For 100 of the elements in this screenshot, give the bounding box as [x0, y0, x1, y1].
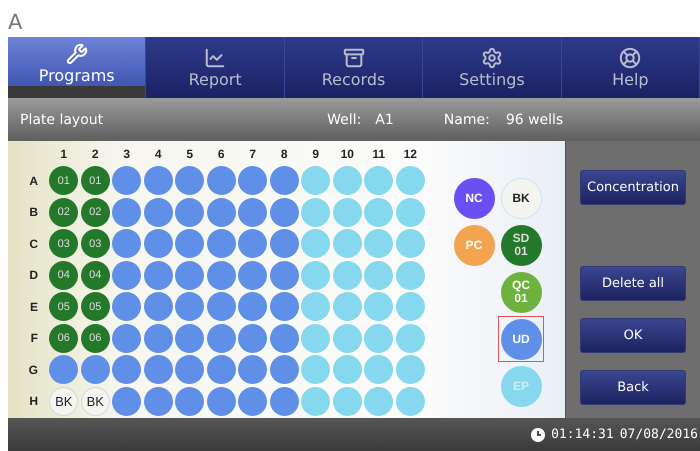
- plate-well[interactable]: [270, 260, 299, 290]
- plate-well[interactable]: [364, 229, 394, 258]
- plate-well[interactable]: [49, 355, 78, 384]
- plate-well[interactable]: [175, 292, 204, 322]
- plate-well[interactable]: [332, 166, 362, 196]
- plate-well[interactable]: [112, 260, 142, 290]
- plate-well[interactable]: [270, 229, 299, 258]
- plate-well[interactable]: [332, 229, 362, 258]
- plate-well[interactable]: [175, 229, 204, 258]
- plate-well[interactable]: [144, 260, 173, 290]
- plate-well[interactable]: [396, 260, 425, 290]
- plate-well[interactable]: [301, 386, 330, 416]
- plate-well[interactable]: [364, 260, 394, 290]
- plate-well[interactable]: [364, 386, 394, 416]
- plate-well[interactable]: [396, 324, 425, 353]
- plate-well[interactable]: [112, 324, 142, 353]
- plate-well[interactable]: [238, 260, 268, 290]
- plate-well[interactable]: [332, 198, 362, 227]
- plate-well[interactable]: [396, 355, 425, 384]
- plate-well[interactable]: [270, 166, 299, 196]
- nav-tab[interactable]: Programs: [8, 37, 146, 98]
- plate-well[interactable]: [301, 260, 330, 290]
- plate-well[interactable]: [270, 355, 299, 384]
- plate-well[interactable]: BK: [49, 386, 78, 416]
- plate-well[interactable]: [396, 198, 425, 227]
- plate-well[interactable]: [144, 198, 173, 227]
- plate-well[interactable]: [112, 292, 142, 322]
- plate-well[interactable]: [206, 355, 236, 384]
- plate-well[interactable]: [112, 166, 142, 196]
- plate-well[interactable]: 05: [49, 292, 78, 322]
- plate-well[interactable]: [175, 324, 204, 353]
- plate-well[interactable]: [396, 166, 425, 196]
- plate-well[interactable]: [144, 229, 173, 258]
- plate-well[interactable]: [238, 292, 268, 322]
- well-type-button[interactable]: SD 01: [500, 224, 542, 266]
- plate-well[interactable]: [112, 198, 142, 227]
- plate-well[interactable]: [206, 386, 236, 416]
- action-button[interactable]: Delete all: [580, 266, 686, 301]
- plate-well[interactable]: [332, 260, 362, 290]
- plate-well[interactable]: [332, 355, 362, 384]
- plate-well[interactable]: 02: [80, 198, 110, 227]
- plate-well[interactable]: [301, 229, 330, 258]
- plate-well[interactable]: 01: [80, 166, 110, 196]
- plate-well[interactable]: 04: [49, 260, 78, 290]
- plate-well[interactable]: 01: [49, 166, 78, 196]
- plate-well[interactable]: [175, 260, 204, 290]
- plate-well[interactable]: [238, 355, 268, 384]
- plate-well[interactable]: [238, 229, 268, 258]
- plate-well[interactable]: [364, 166, 394, 196]
- well-type-button[interactable]: PC: [454, 224, 494, 266]
- plate-well[interactable]: [332, 386, 362, 416]
- plate-well[interactable]: [144, 386, 173, 416]
- plate-well[interactable]: [112, 229, 142, 258]
- action-button[interactable]: Concentration: [580, 170, 686, 205]
- plate-well[interactable]: [112, 355, 142, 384]
- plate-well[interactable]: [144, 166, 173, 196]
- plate-well[interactable]: [301, 355, 330, 384]
- plate-well[interactable]: [206, 166, 236, 196]
- plate-well[interactable]: [206, 198, 236, 227]
- plate-well[interactable]: [332, 292, 362, 322]
- plate-well[interactable]: [175, 166, 204, 196]
- well-type-button[interactable]: UD: [500, 318, 542, 360]
- plate-well[interactable]: [238, 324, 268, 353]
- well-type-button[interactable]: NC: [454, 178, 494, 218]
- action-button[interactable]: OK: [580, 318, 686, 353]
- plate-well[interactable]: [364, 355, 394, 384]
- well-type-button[interactable]: QC 01: [500, 272, 542, 312]
- plate-well[interactable]: [270, 292, 299, 322]
- plate-well[interactable]: [270, 198, 299, 227]
- plate-well[interactable]: [112, 386, 142, 416]
- plate-well[interactable]: 05: [80, 292, 110, 322]
- plate-well[interactable]: BK: [80, 386, 110, 416]
- plate-well[interactable]: [396, 292, 425, 322]
- plate-well[interactable]: [206, 229, 236, 258]
- well-type-button[interactable]: BK: [500, 178, 542, 218]
- plate-well[interactable]: [364, 292, 394, 322]
- plate-well[interactable]: [206, 292, 236, 322]
- plate-well[interactable]: 03: [49, 229, 78, 258]
- plate-well[interactable]: [144, 355, 173, 384]
- plate-well[interactable]: [175, 355, 204, 384]
- plate-well[interactable]: [301, 198, 330, 227]
- plate-well[interactable]: [144, 324, 173, 353]
- plate-well[interactable]: 06: [80, 324, 110, 353]
- plate-well[interactable]: [270, 386, 299, 416]
- plate-well[interactable]: [301, 292, 330, 322]
- plate-well[interactable]: [301, 166, 330, 196]
- action-button[interactable]: Back: [580, 370, 686, 405]
- plate-well[interactable]: [80, 355, 110, 384]
- plate-well[interactable]: [238, 166, 268, 196]
- plate-well[interactable]: [175, 386, 204, 416]
- plate-well[interactable]: [364, 324, 394, 353]
- plate-well[interactable]: [238, 386, 268, 416]
- plate-well[interactable]: [206, 260, 236, 290]
- plate-well[interactable]: [364, 198, 394, 227]
- plate-well[interactable]: [396, 386, 425, 416]
- plate-well[interactable]: 03: [80, 229, 110, 258]
- plate-well[interactable]: [270, 324, 299, 353]
- plate-well[interactable]: 06: [49, 324, 78, 353]
- plate-well[interactable]: [238, 198, 268, 227]
- plate-well[interactable]: [396, 229, 425, 258]
